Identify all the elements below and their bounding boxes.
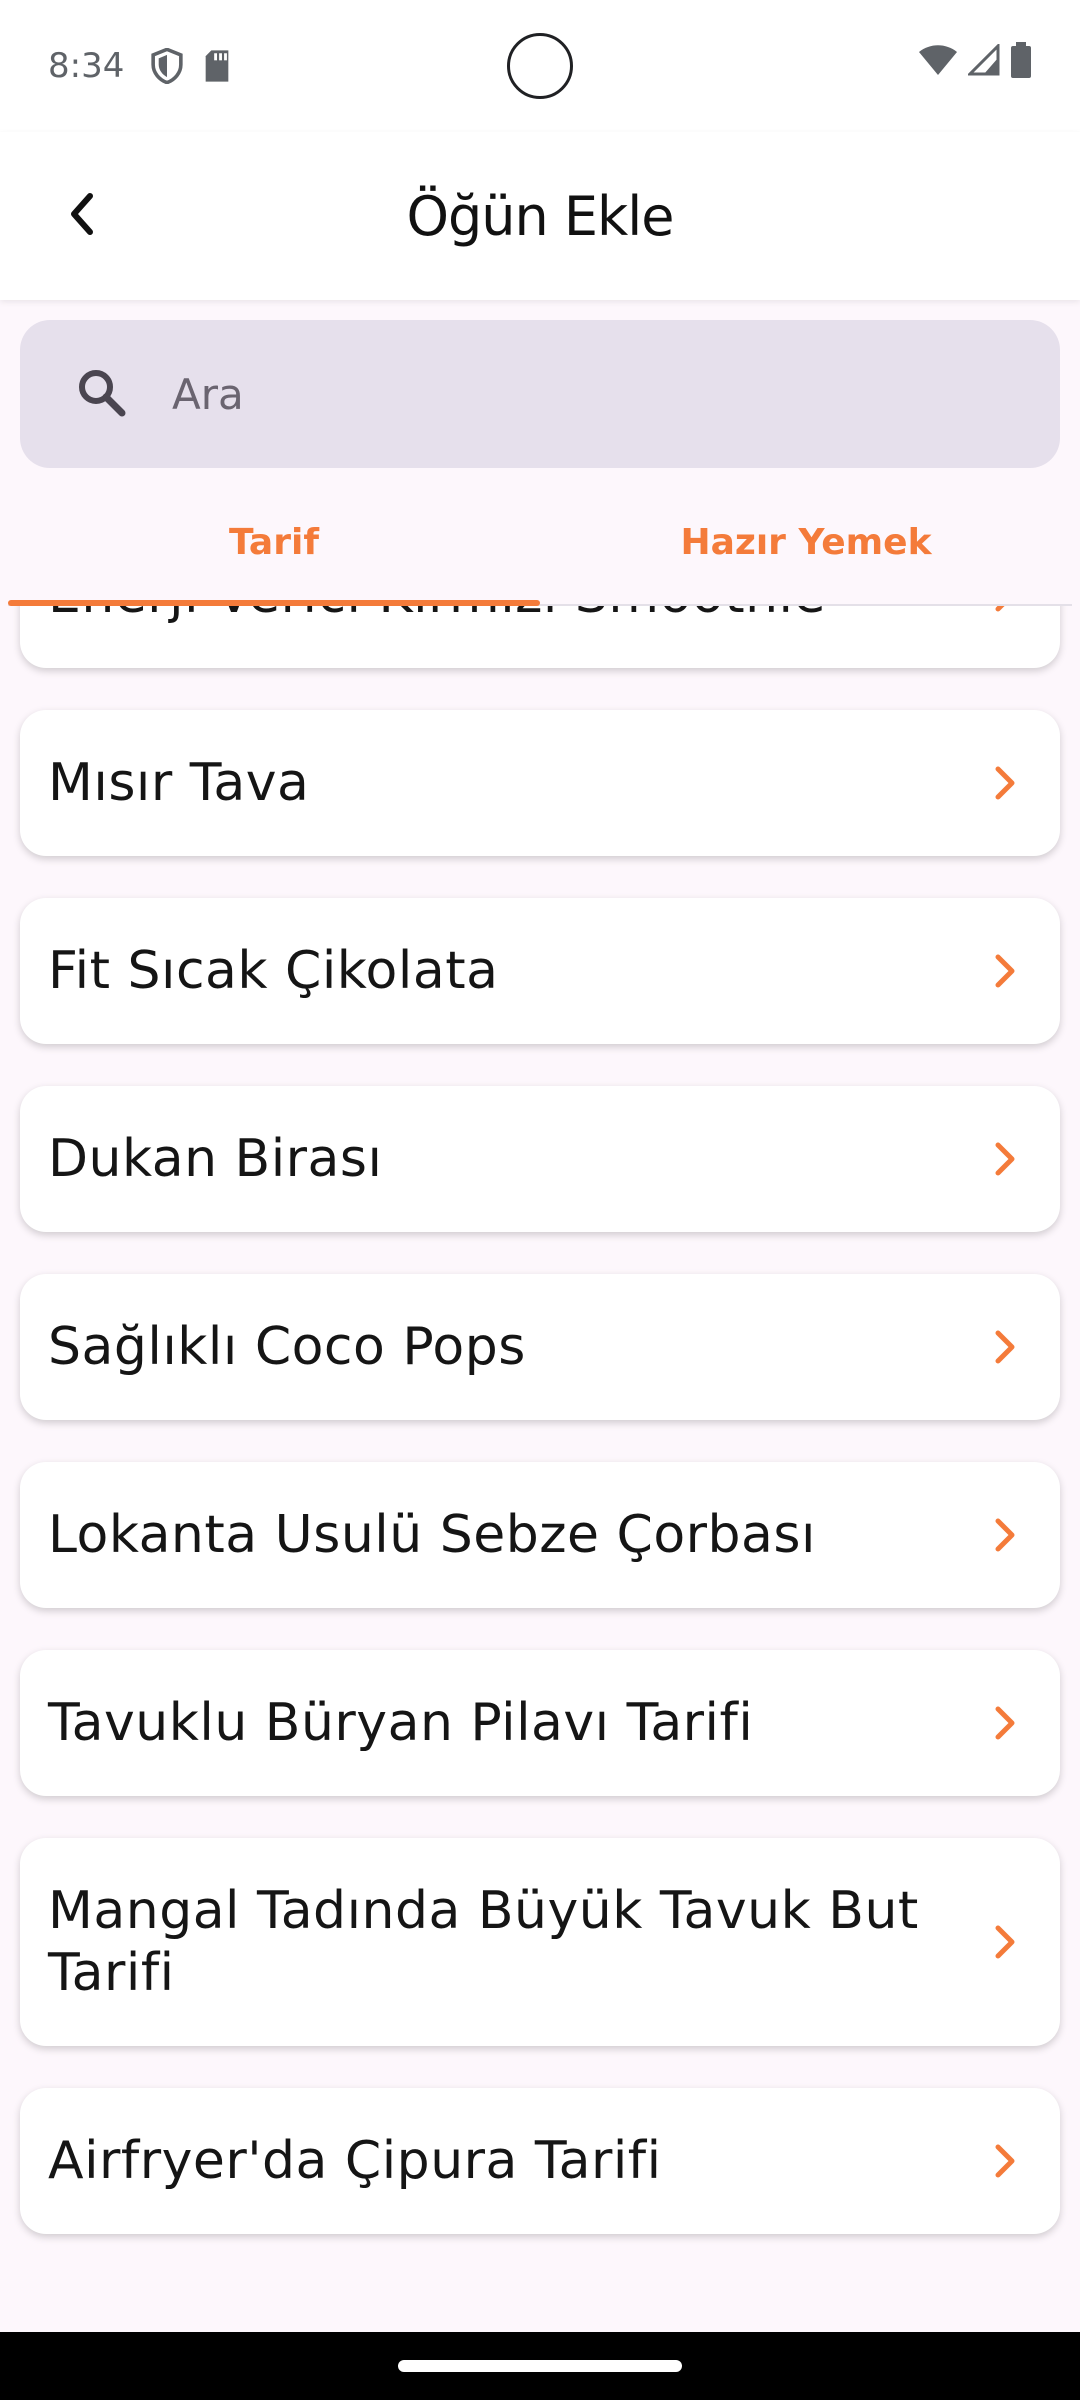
list-item[interactable]: Enerji Verici Kırmızı Smoothie	[20, 606, 1060, 668]
status-time: 8:34	[48, 46, 125, 86]
search-input[interactable]: Ara	[172, 370, 244, 419]
list-item[interactable]: Tavuklu Büryan Pilavı Tarifi	[20, 1650, 1060, 1796]
list-item[interactable]: Mangal Tadında Büyük Tavuk But Tarifi	[20, 1838, 1060, 2046]
shield-icon	[150, 48, 184, 84]
chevron-right-icon	[995, 606, 1005, 612]
chevron-right-icon	[995, 1706, 1015, 1740]
tab-bar: Tarif Hazır Yemek	[8, 480, 1072, 606]
recipe-list-content: Enerji Verici Kırmızı Smoothie Mısır Tav…	[0, 606, 1080, 2276]
wifi-icon	[918, 44, 958, 80]
list-item-label: Sağlıklı Coco Pops	[48, 1317, 526, 1377]
chevron-right-icon	[995, 1925, 1015, 1959]
back-button[interactable]	[40, 174, 124, 258]
screen: 8:34 Öğün Ekle Ara Tarif Hazır Yemek Mıs…	[0, 0, 1080, 2400]
list-item[interactable]: Sağlıklı Coco Pops	[20, 1274, 1060, 1420]
search-bar[interactable]: Ara	[20, 320, 1060, 468]
camera-cutout	[507, 33, 573, 99]
page-title: Öğün Ekle	[406, 184, 674, 248]
tab-hazir-yemek[interactable]: Hazır Yemek	[540, 480, 1072, 604]
system-nav-bar	[0, 2332, 1080, 2400]
list-item-label: Mısır Tava	[48, 753, 310, 813]
list-item-label: Lokanta Usulü Sebze Çorbası	[48, 1505, 816, 1565]
tab-tarif[interactable]: Tarif	[8, 480, 540, 606]
sd-card-icon	[202, 49, 232, 83]
list-item-label: Enerji Verici Kırmızı Smoothie	[48, 606, 826, 626]
chevron-right-icon	[995, 954, 1015, 988]
chevron-right-icon	[995, 1518, 1015, 1552]
home-indicator[interactable]	[398, 2360, 682, 2372]
list-item[interactable]: Fit Sıcak Çikolata	[20, 898, 1060, 1044]
chevron-right-icon	[995, 1142, 1015, 1176]
signal-icon	[966, 42, 1000, 80]
recipe-list[interactable]: Enerji Verici Kırmızı Smoothie Mısır Tav…	[0, 606, 1080, 2332]
search-icon	[74, 365, 128, 423]
list-item[interactable]: Mısır Tava	[20, 710, 1060, 856]
app-bar: Öğün Ekle	[0, 132, 1080, 300]
chevron-right-icon	[995, 2144, 1015, 2178]
chevron-right-icon	[995, 766, 1015, 800]
list-item-label: Mangal Tadında Büyük Tavuk But Tarifi	[48, 1881, 919, 2003]
list-item-label: Fit Sıcak Çikolata	[48, 941, 499, 1001]
battery-icon	[1010, 42, 1032, 82]
list-item-label: Tavuklu Büryan Pilavı Tarifi	[48, 1693, 754, 1753]
list-item[interactable]: Dukan Birası	[20, 1086, 1060, 1232]
list-item[interactable]: Lokanta Usulü Sebze Çorbası	[20, 1462, 1060, 1608]
list-item-label: Dukan Birası	[48, 1129, 383, 1189]
chevron-right-icon	[995, 1330, 1015, 1364]
list-item[interactable]: Airfryer'da Çipura Tarifi	[20, 2088, 1060, 2234]
status-bar: 8:34	[0, 0, 1080, 132]
list-item-label: Airfryer'da Çipura Tarifi	[48, 2131, 662, 2191]
chevron-left-icon	[62, 190, 102, 242]
